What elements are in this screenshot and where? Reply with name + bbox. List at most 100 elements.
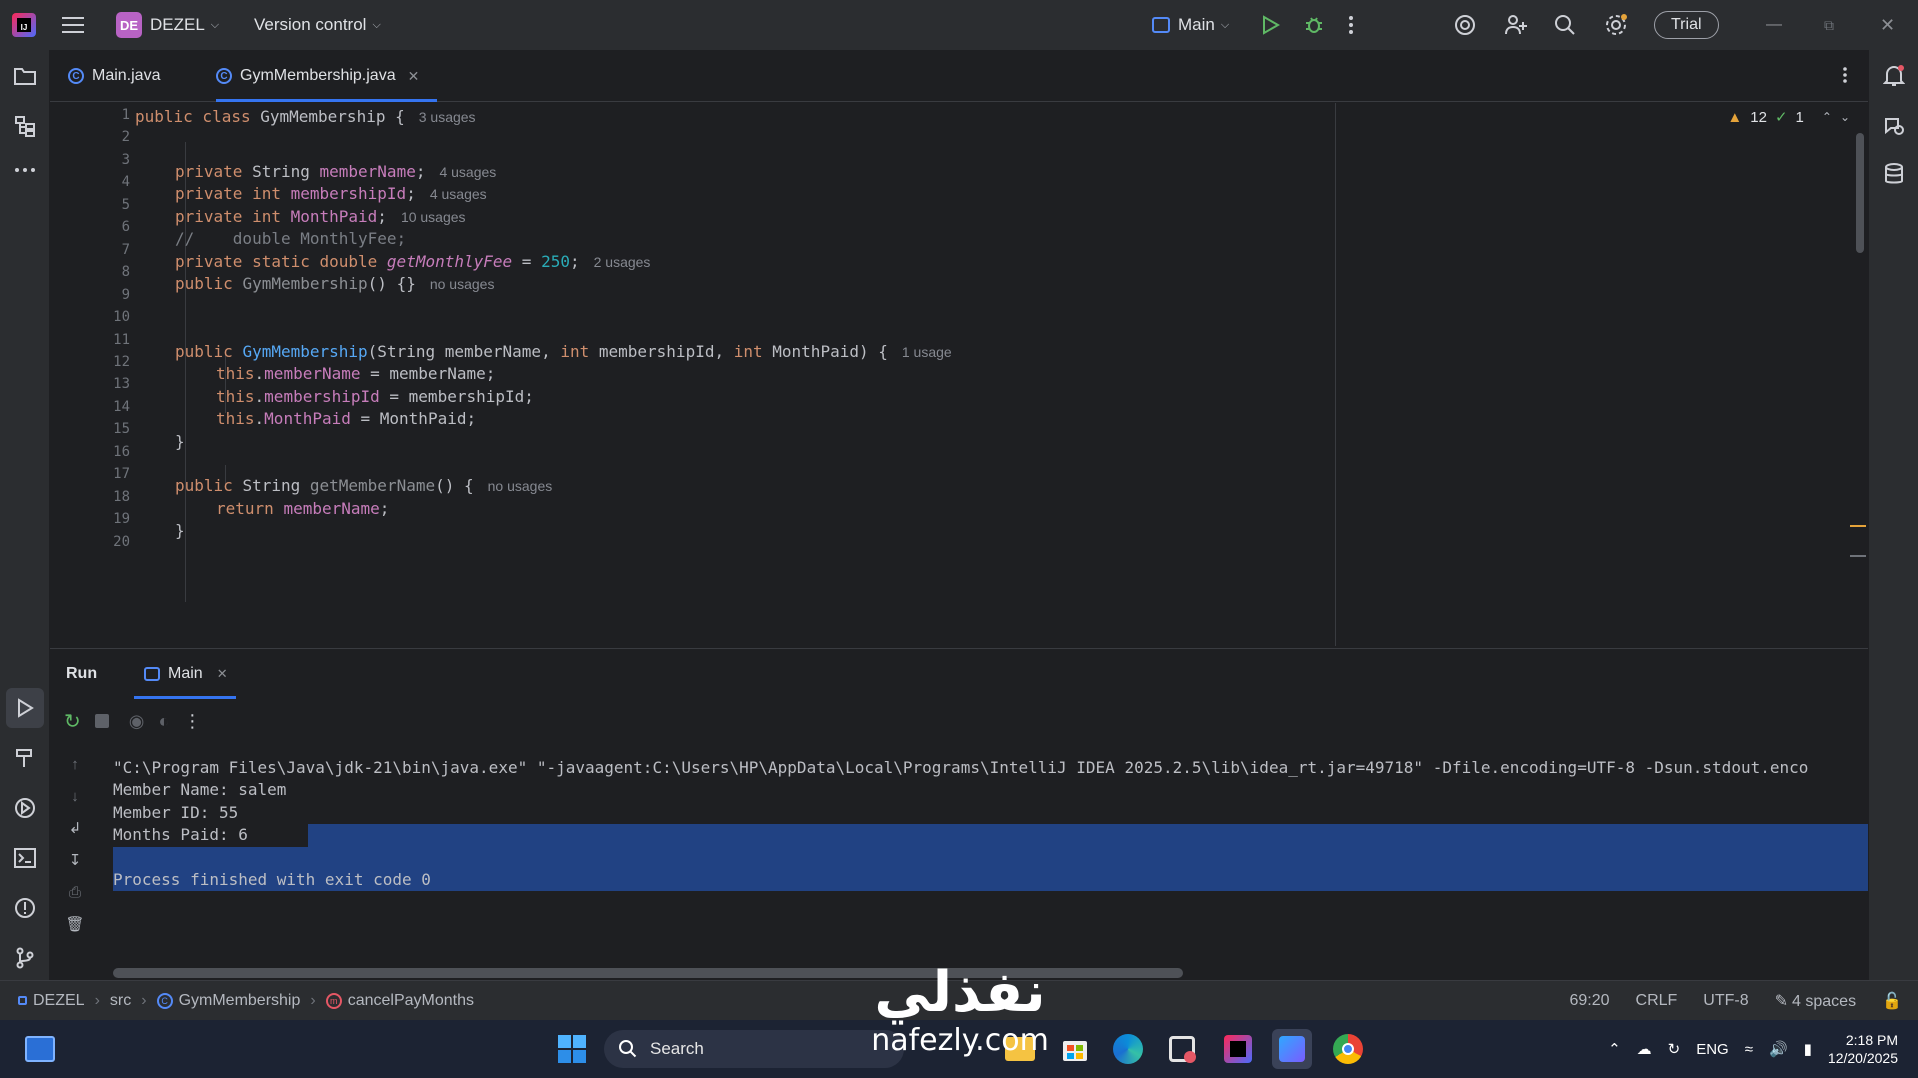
warning-marker[interactable] <box>1850 525 1866 527</box>
scroll-down-icon[interactable]: ↓ <box>64 785 86 807</box>
tab-main-java[interactable]: C Main.java <box>68 50 160 102</box>
debug-button[interactable] <box>1304 0 1324 50</box>
usage-hint[interactable]: 2 usages <box>594 254 651 270</box>
main-menu-icon[interactable] <box>62 0 84 50</box>
line-number[interactable]: 3 <box>66 152 130 168</box>
usage-hint[interactable]: no usages <box>430 276 495 292</box>
indent-setting[interactable]: ✎ 4 spaces <box>1775 991 1856 1011</box>
vcs-selector[interactable]: Version control ⌵ <box>254 0 381 50</box>
close-icon[interactable]: ✕ <box>1880 0 1895 50</box>
cursor-position[interactable]: 69:20 <box>1569 992 1609 1010</box>
line-number[interactable]: 7 <box>66 242 130 258</box>
rerun-icon[interactable]: ↻ <box>64 709 81 734</box>
line-number[interactable]: 2 <box>66 129 130 145</box>
ai-chat-icon[interactable] <box>1869 106 1918 146</box>
run-config-selector[interactable]: Main ⌵ <box>1152 0 1229 50</box>
line-number[interactable]: 16 <box>66 444 130 460</box>
console-output[interactable]: "C:\Program Files\Java\jdk-21\bin\java.e… <box>113 743 1868 973</box>
project-folder-icon[interactable] <box>0 56 50 96</box>
git-branch-icon[interactable] <box>0 938 50 978</box>
scroll-up-icon[interactable]: ↑ <box>64 753 86 775</box>
code-editor[interactable]: 1 2 3 4 5 6 7 8 9 10 11 12 13 14 15 16 17 18 19 20 ▲ 12 ✓ 1… <box>50 103 1868 646</box>
language-indicator[interactable]: ENG <box>1696 1041 1729 1058</box>
app-logo-icon[interactable]: IJ <box>12 0 36 50</box>
line-number[interactable]: 9 <box>66 287 130 303</box>
line-number[interactable]: 19 <box>66 511 130 527</box>
snipping-tool-icon[interactable] <box>1162 1029 1202 1069</box>
battery-icon[interactable]: ▮ <box>1804 1040 1812 1058</box>
line-number[interactable]: 5 <box>66 197 130 213</box>
database-icon[interactable] <box>1869 154 1918 194</box>
ai-assistant-icon[interactable] <box>1454 0 1476 50</box>
chrome-browser-icon[interactable] <box>1328 1029 1368 1069</box>
usage-hint[interactable]: 4 usages <box>430 186 487 202</box>
line-number[interactable]: 11 <box>66 332 130 348</box>
terminal-icon[interactable] <box>0 838 50 878</box>
settings-gear-icon[interactable] <box>1604 0 1628 50</box>
line-number[interactable]: 13 <box>66 376 130 392</box>
change-marker[interactable] <box>1850 555 1866 557</box>
build-hammer-icon[interactable] <box>0 738 50 778</box>
run-tool-icon[interactable] <box>6 688 44 728</box>
add-user-icon[interactable] <box>1504 0 1528 50</box>
run-button[interactable] <box>1262 0 1280 50</box>
more-options-icon[interactable]: ⋮ <box>183 711 201 732</box>
soft-wrap-icon[interactable]: ↲ <box>64 817 86 839</box>
run-tab-main[interactable]: Main ✕ <box>134 649 236 699</box>
line-number[interactable]: 8 <box>66 264 130 280</box>
notifications-bell-icon[interactable] <box>1869 56 1918 96</box>
editor-scrollbar[interactable] <box>1856 133 1864 253</box>
scroll-to-end-icon[interactable]: ↧ <box>64 849 86 871</box>
chevron-up-icon[interactable]: ⌃ <box>1822 110 1832 124</box>
tab-gymmembership-java[interactable]: C GymMembership.java ✕ <box>216 50 438 102</box>
line-number[interactable]: 12 <box>66 354 130 370</box>
clock[interactable]: 2:18 PM 12/20/2025 <box>1828 1031 1898 1067</box>
trial-button[interactable]: Trial <box>1654 0 1719 50</box>
wifi-icon[interactable]: ≈ <box>1745 1041 1753 1058</box>
usage-hint[interactable]: no usages <box>488 478 553 494</box>
minimize-icon[interactable]: — <box>1766 0 1782 50</box>
stop-all-icon[interactable]: ◐ <box>158 711 169 732</box>
line-number[interactable]: 10 <box>66 309 130 325</box>
file-encoding[interactable]: UTF-8 <box>1703 992 1748 1010</box>
line-number[interactable]: 17 <box>66 466 130 482</box>
line-number[interactable]: 20 <box>66 534 130 550</box>
structure-icon[interactable] <box>0 106 50 146</box>
edge-browser-icon[interactable] <box>1108 1029 1148 1069</box>
stop-icon[interactable] <box>94 714 109 728</box>
usage-hint[interactable]: 1 usage <box>902 344 952 360</box>
line-number[interactable]: 4 <box>66 174 130 190</box>
project-selector[interactable]: DE DEZEL ⌵ <box>116 0 219 50</box>
print-icon[interactable]: ⎙ <box>64 881 86 903</box>
onedrive-cloud-icon[interactable]: ☁ <box>1637 1040 1652 1058</box>
line-number[interactable]: 1 <box>66 107 130 123</box>
usage-hint[interactable]: 10 usages <box>401 209 466 225</box>
breadcrumb-project[interactable]: DEZEL <box>33 992 85 1010</box>
breadcrumb-src[interactable]: src <box>110 992 131 1010</box>
whiteboard-app-icon[interactable] <box>1272 1029 1312 1069</box>
inspection-widget[interactable]: ▲ 12 ✓ 1 ⌃ ⌄ <box>1727 108 1850 127</box>
chevron-up-icon[interactable]: ⌃ <box>1608 1040 1621 1058</box>
services-icon[interactable] <box>0 788 50 828</box>
usage-hint[interactable]: 4 usages <box>439 164 496 180</box>
restore-icon[interactable]: ⧉ <box>1824 0 1834 50</box>
sync-icon[interactable]: ↻ <box>1668 1040 1681 1058</box>
camera-icon[interactable]: ◉ <box>129 711 145 732</box>
volume-icon[interactable]: 🔊 <box>1769 1040 1788 1058</box>
breadcrumb-method[interactable]: cancelPayMonths <box>348 992 474 1010</box>
widgets-icon[interactable] <box>20 1029 60 1069</box>
search-icon[interactable] <box>1554 0 1576 50</box>
close-tab-icon[interactable]: ✕ <box>217 666 228 682</box>
line-number[interactable]: 18 <box>66 489 130 505</box>
clear-trash-icon[interactable]: 🗑 <box>64 913 86 935</box>
problems-icon[interactable] <box>0 888 50 928</box>
line-number[interactable]: 15 <box>66 421 130 437</box>
more-tools-icon[interactable] <box>0 150 50 190</box>
line-number[interactable]: 6 <box>66 219 130 235</box>
close-tab-icon[interactable]: ✕ <box>408 68 420 85</box>
lock-icon[interactable]: 🔓 <box>1882 991 1902 1011</box>
usage-hint[interactable]: 3 usages <box>419 109 476 125</box>
chevron-down-icon[interactable]: ⌄ <box>1840 110 1850 124</box>
line-number[interactable]: 14 <box>66 399 130 415</box>
intellij-taskbar-icon[interactable] <box>1218 1029 1258 1069</box>
